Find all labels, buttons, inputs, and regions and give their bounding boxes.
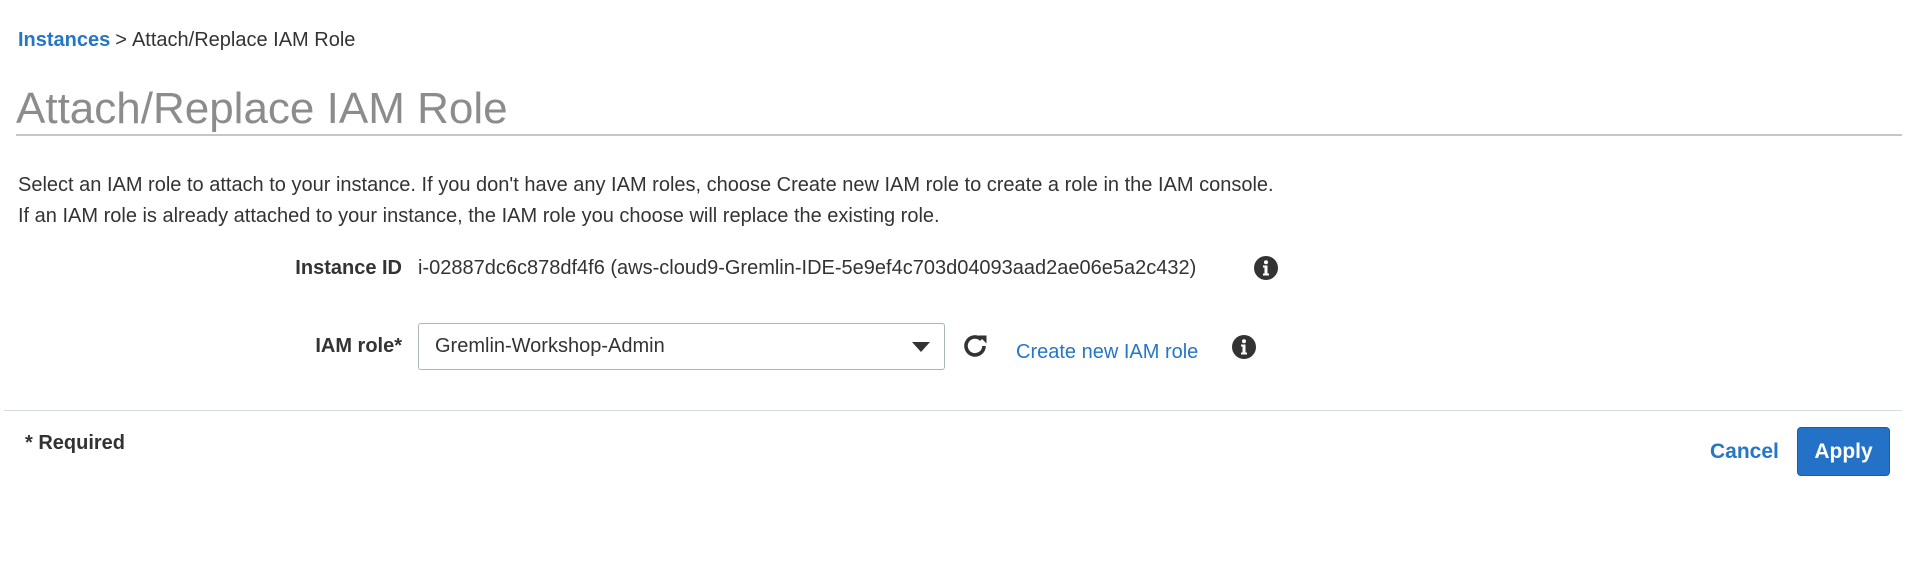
title-divider xyxy=(16,134,1902,136)
create-new-iam-role-link[interactable]: Create new IAM role xyxy=(1016,340,1198,364)
cancel-button[interactable]: Cancel xyxy=(1700,428,1789,476)
refresh-icon[interactable] xyxy=(960,331,990,361)
breadcrumb-instances-link[interactable]: Instances xyxy=(18,29,110,51)
iam-role-label: IAM role* xyxy=(315,335,402,357)
required-note: * Required xyxy=(25,432,126,454)
instance-id-value: i-02887dc6c878df4f6 (aws-cloud9-Gremlin-… xyxy=(418,257,1197,279)
page-title: Attach/Replace IAM Role xyxy=(16,84,508,133)
info-icon[interactable] xyxy=(1253,255,1279,281)
attach-replace-iam-role-page: Instances > Attach/Replace IAM Role Attach… xyxy=(0,0,1908,572)
description: Select an IAM role to attach to your ins… xyxy=(18,170,1274,232)
iam-role-selected-value: Gremlin-Workshop-Admin xyxy=(435,335,665,357)
description-line-1: Select an IAM role to attach to your ins… xyxy=(18,174,1274,196)
description-line-2: If an IAM role is already attached to yo… xyxy=(18,205,940,227)
instance-id-label: Instance ID xyxy=(295,257,402,279)
info-icon[interactable] xyxy=(1231,334,1257,360)
breadcrumb: Instances > Attach/Replace IAM Role xyxy=(18,28,355,52)
footer-divider xyxy=(4,410,1902,411)
breadcrumb-separator: > xyxy=(115,29,127,51)
apply-button[interactable]: Apply xyxy=(1797,427,1890,476)
iam-role-select[interactable]: Gremlin-Workshop-Admin xyxy=(418,323,945,370)
breadcrumb-current: Attach/Replace IAM Role xyxy=(131,29,356,51)
chevron-down-icon xyxy=(912,342,930,352)
